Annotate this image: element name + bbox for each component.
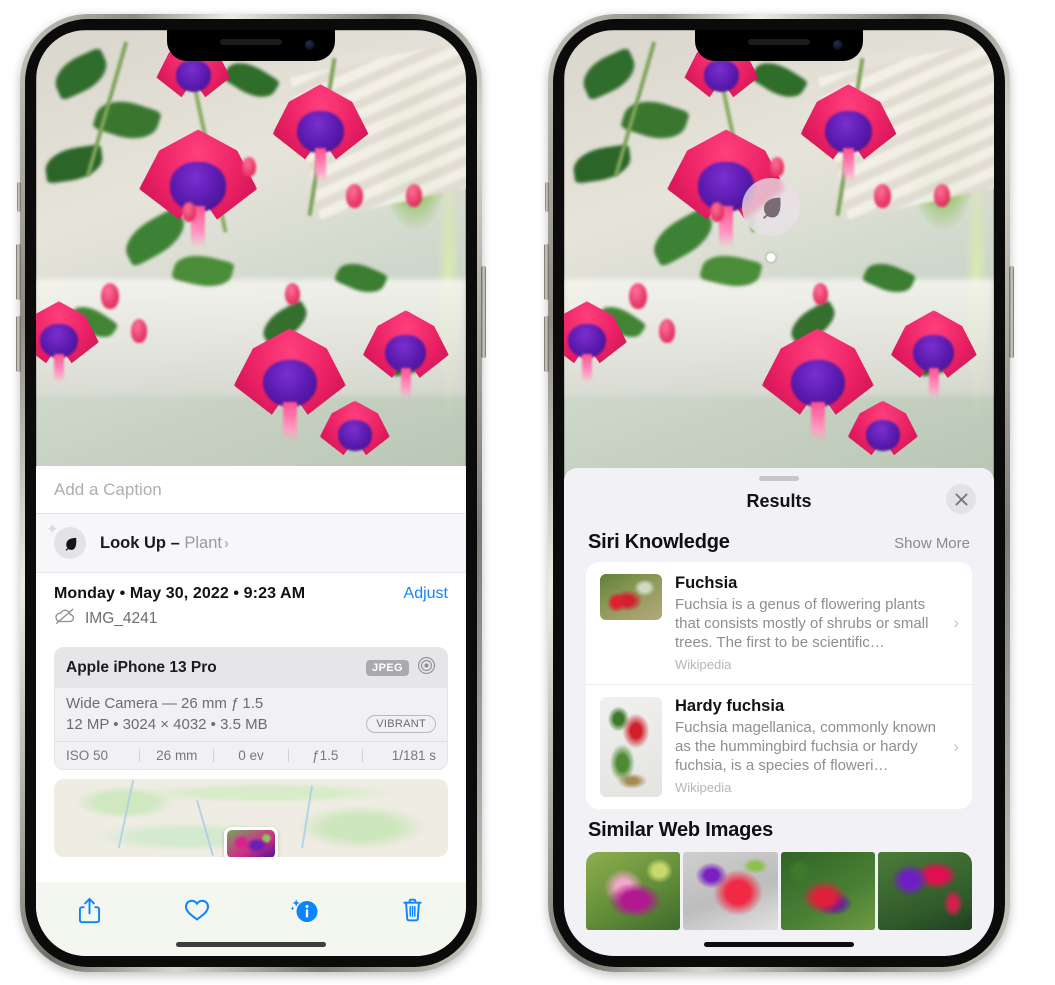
front-camera-icon [833,40,843,50]
front-camera-icon [305,40,315,50]
aperture-icon [417,656,436,680]
mute-switch[interactable] [17,182,21,212]
caption-input-row[interactable]: Add a Caption [36,466,466,514]
format-badge: JPEG [366,660,409,676]
siri-knowledge-header: Siri Knowledge Show More [564,521,994,562]
exif-row: ISO 50 26 mm 0 ev ƒ1.5 1/181 s [55,741,447,769]
exif-aperture: ƒ1.5 [312,748,339,763]
knowledge-thumbnail [600,574,662,620]
knowledge-source: Wikipedia [675,780,732,795]
favorite-button[interactable] [177,893,217,927]
knowledge-title: Hardy fuchsia [675,697,785,715]
similar-web-images-title: Similar Web Images [588,819,773,841]
notch [695,30,863,61]
exif-iso: ISO 50 [66,748,109,763]
photo-viewer[interactable] [36,30,466,482]
look-up-subject: Plant [184,533,222,552]
leaf-icon: ✦ [46,522,86,559]
look-up-text: Look Up – [100,533,185,552]
visual-lookup-badge[interactable] [742,178,800,236]
look-up-label: Look Up – Plant › [100,534,229,553]
similar-web-images-header: Similar Web Images [564,809,994,848]
web-image-tile[interactable] [877,852,972,930]
web-image-tile[interactable] [780,852,875,930]
screenshot-stage: Add a Caption ✦ Look Up – Plant › Monday… [0,0,1055,985]
knowledge-item[interactable]: Hardy fuchsia Fuchsia magellanica, commo… [586,684,972,809]
photo-date: Monday • May 30, 2022 • 9:23 AM [54,585,306,602]
mute-switch[interactable] [545,182,549,212]
camera-info-card: Apple iPhone 13 Pro JPEG Wide Camera — 2… [54,647,448,770]
cloud-slash-icon [54,608,76,629]
knowledge-thumbnail [600,697,662,797]
chevron-right-icon: › [223,534,229,552]
iphone-right: Results Siri Knowledge Show More Fuchsia… [544,14,1014,972]
close-button[interactable] [946,484,976,514]
knowledge-title: Fuchsia [675,574,738,592]
image-size-info: 12 MP • 3024 × 4032 • 3.5 MB [66,715,268,733]
home-indicator[interactable] [176,942,326,947]
earpiece-speaker [220,39,282,45]
lens-info: Wide Camera — 26 mm ƒ 1.5 [66,695,264,712]
home-indicator[interactable] [704,942,854,947]
photo-metadata: Monday • May 30, 2022 • 9:23 AM Adjust I… [36,572,466,637]
knowledge-description: Fuchsia is a genus of flowering plants t… [675,596,929,651]
volume-down-button[interactable] [16,316,21,372]
volume-up-button[interactable] [544,244,549,300]
volume-down-button[interactable] [544,316,549,372]
volume-up-button[interactable] [16,244,21,300]
screen-right: Results Siri Knowledge Show More Fuchsia… [564,30,994,956]
knowledge-source: Wikipedia [675,657,732,672]
siri-knowledge-title: Siri Knowledge [588,531,730,553]
fuchsia-flower [139,129,258,247]
leaf-icon [762,197,781,219]
knowledge-item[interactable]: Fuchsia Fuchsia is a genus of flowering … [586,562,972,684]
exif-exposure-bias: 0 ev [238,748,264,763]
exif-focal-length: 26 mm [156,748,198,763]
iphone-left: Add a Caption ✦ Look Up – Plant › Monday… [16,14,486,972]
notch [167,30,335,61]
chevron-right-icon: › [953,737,959,756]
siri-knowledge-card: Fuchsia Fuchsia is a genus of flowering … [586,562,972,809]
power-button[interactable] [1009,266,1014,358]
similar-web-images-grid [564,852,994,930]
web-image-tile[interactable] [683,852,778,930]
photo-location-map[interactable] [54,779,448,857]
show-more-button[interactable]: Show More [894,535,970,552]
adjust-button[interactable]: Adjust [404,585,448,603]
power-button[interactable] [481,266,486,358]
vibrant-badge: VIBRANT [366,715,436,733]
share-button[interactable] [70,893,110,927]
earpiece-speaker [748,39,810,45]
sparkles-icon: ✦ [46,521,59,538]
look-up-row[interactable]: ✦ Look Up – Plant › [36,514,466,572]
photo-viewer[interactable] [564,30,994,482]
screen-left: Add a Caption ✦ Look Up – Plant › Monday… [36,30,466,956]
chevron-right-icon: › [953,613,959,632]
photo-info-sheet: Add a Caption ✦ Look Up – Plant › Monday… [36,466,466,956]
camera-device-name: Apple iPhone 13 Pro [66,659,217,676]
results-title: Results [746,490,812,511]
info-button[interactable] [285,893,325,927]
exif-shutter-speed: 1/181 s [391,748,437,763]
knowledge-description: Fuchsia magellanica, commonly known as t… [675,719,936,774]
close-icon [955,493,967,505]
results-sheet: Results Siri Knowledge Show More Fuchsia… [564,468,994,956]
web-image-tile[interactable] [586,852,681,930]
photo-filename: IMG_4241 [85,609,158,627]
map-photo-pin[interactable] [224,827,278,857]
caption-input[interactable]: Add a Caption [54,480,162,500]
delete-button[interactable] [392,893,432,927]
